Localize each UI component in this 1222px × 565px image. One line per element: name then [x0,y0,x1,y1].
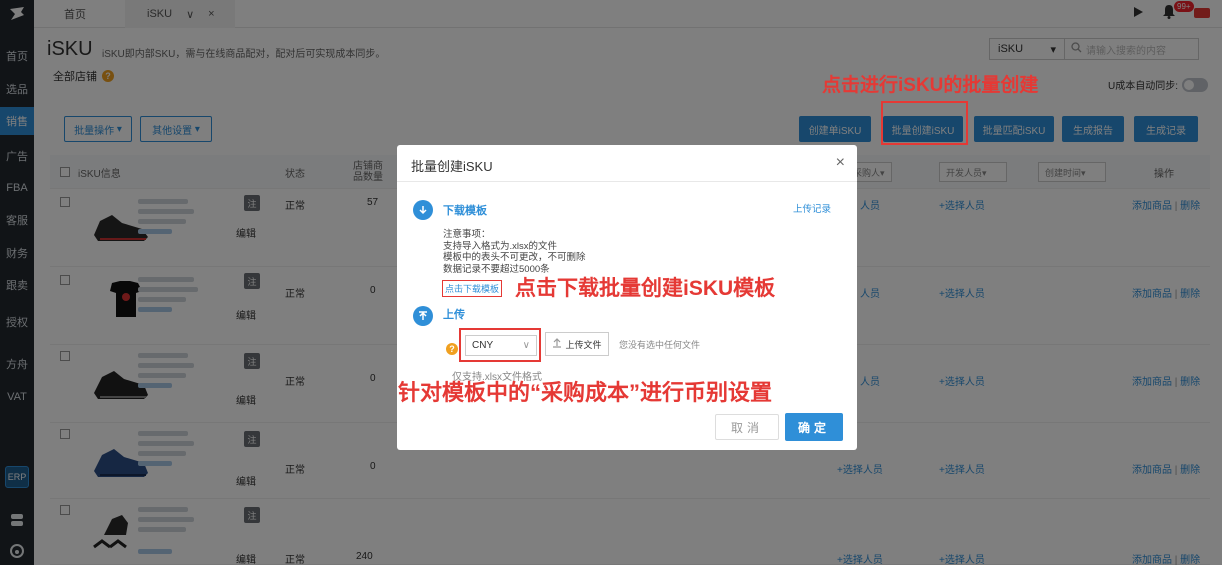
upload-step-icon [413,306,433,326]
upload-record-link[interactable]: 上传记录 [793,201,831,215]
currency-highlight: CNY ∨ [459,328,541,362]
annotation-currency-setting: 针对模板中的“采购成本”进行币别设置 [398,380,773,405]
modal-divider [397,181,857,182]
download-step-icon [413,200,433,220]
annotation-download-template: 点击下载批量创建iSKU模板 [515,277,776,300]
note-line: 模板中的表头不可更改，不可删除 [443,252,586,263]
upload-file-button[interactable]: 上传文件 [545,332,609,356]
step-download-title: 下载模板 [443,205,487,217]
cancel-button[interactable]: 取消 [715,414,779,440]
note-line: 注意事项： [443,229,491,240]
note-line: 支持导入格式为.xlsx的文件 [443,240,558,252]
chevron-down-icon: ∨ [522,340,530,351]
annotation-batch-create: 点击进行iSKU的批量创建 [822,75,1039,96]
step-upload-title: 上传 [443,309,465,321]
notes: 注意事项： 支持导入格式为.xlsx的文件 模板中的表头不可更改，不可删除 数据… [443,229,586,275]
currency-value: CNY [472,340,494,351]
currency-select[interactable]: CNY ∨ [465,335,537,356]
no-file-text: 您没有选中任何文件 [619,340,701,350]
upload-icon [552,338,562,350]
modal-title: 批量创建iSKU [411,159,493,174]
annotation-highlight-batch-create [881,101,968,145]
question-icon[interactable]: ? [446,343,458,355]
close-icon[interactable]: × [836,154,845,172]
confirm-button[interactable]: 确定 [785,413,843,441]
upload-file-label: 上传文件 [565,339,602,350]
download-template-link[interactable]: 点击下载模板 [442,280,503,297]
